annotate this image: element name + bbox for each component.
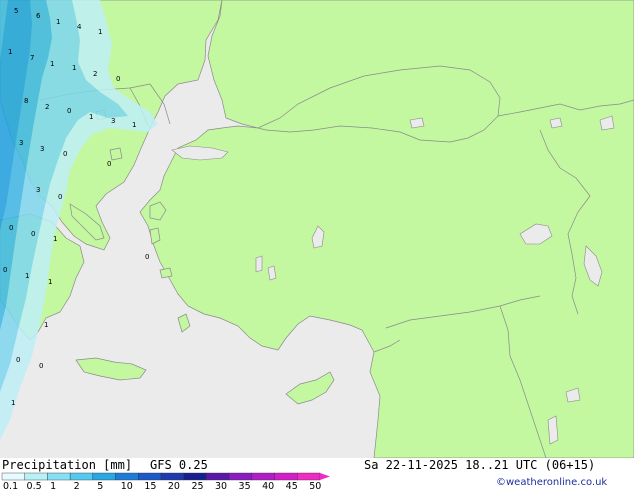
- precip-value-label: 5: [14, 7, 18, 15]
- precip-value-label: 0: [3, 266, 7, 274]
- precip-value-label: 1: [50, 60, 54, 68]
- precip-value-label: 0: [39, 362, 43, 370]
- valid-time: Sa 22-11-2025 18..21 UTC (06+15): [364, 458, 595, 472]
- lake-assad: [409, 117, 425, 129]
- scale-swatch: [183, 472, 207, 481]
- precip-value-label: 3: [111, 117, 115, 125]
- precip-value-label: 4: [77, 23, 82, 31]
- precip-value-label: 1: [8, 48, 12, 56]
- scale-swatch: [228, 472, 253, 481]
- scale-label: 0.5: [27, 481, 42, 490]
- precip-value-label: 0: [116, 75, 120, 83]
- map-canvas: 56141171 12082 01 3 133003000101101001 Preci…: [0, 0, 634, 490]
- scale-label: 2: [74, 481, 80, 490]
- lake-beysehir: [255, 255, 263, 273]
- scale-swatch: [69, 472, 94, 481]
- lake-sapanca: [549, 117, 563, 129]
- precip-value-label: 1: [132, 121, 136, 129]
- precip-value-label: 1: [53, 235, 57, 243]
- scale-swatch: [24, 472, 48, 481]
- precip-value-label: 1: [72, 64, 76, 72]
- scale-label: 5: [97, 481, 103, 490]
- scale-swatch: [47, 472, 71, 481]
- scale-swatch: [274, 472, 298, 481]
- precip-value-label: 1: [25, 272, 29, 280]
- precip-value-label: 1: [89, 113, 93, 121]
- precip-value-label: 0: [16, 356, 20, 364]
- precip-value-label: 3: [19, 139, 23, 147]
- precip-value-label: 3: [40, 145, 44, 153]
- land-samos: [159, 267, 173, 279]
- precip-value-label: 0: [31, 230, 35, 238]
- lake-tharthar: [547, 415, 559, 445]
- scale-label: 30: [215, 481, 227, 490]
- scale-swatch: [206, 472, 230, 481]
- scale-swatch: [92, 472, 116, 481]
- precip-value-label: 0: [145, 253, 149, 261]
- scale-label: 40: [262, 481, 274, 490]
- scale-label: 0.1: [3, 481, 18, 490]
- weather-map: 5614117112082013133003000101101001 Preci…: [0, 0, 634, 490]
- scale-label: 25: [191, 481, 203, 490]
- precip-value-label: 1: [11, 399, 15, 407]
- scale-swatch: [297, 472, 321, 481]
- scale-label: 15: [144, 481, 156, 490]
- precip-value-label: 0: [63, 150, 67, 158]
- precip-value-label: 2: [93, 70, 97, 78]
- precip-value-label: 0: [107, 160, 111, 168]
- precip-value-label: 1: [98, 28, 102, 36]
- scale-label: 10: [121, 481, 133, 490]
- precip-value-label: 0: [9, 224, 13, 232]
- legend-title: Precipitation [mm]: [2, 458, 132, 472]
- scale-label: 20: [168, 481, 180, 490]
- scale-swatch: [115, 472, 139, 481]
- precip-value-label: 7: [30, 54, 34, 62]
- precip-value-label: 2: [45, 103, 49, 111]
- precip-value-label: 0: [58, 193, 62, 201]
- scale-swatch: [138, 472, 162, 481]
- scale-swatch: [1, 472, 25, 481]
- model-name: GFS 0.25: [150, 458, 208, 472]
- scale-swatch: [251, 472, 275, 481]
- precip-value-label: 0: [67, 107, 71, 115]
- precip-value-label: 3: [36, 186, 40, 194]
- credit-link[interactable]: ©weatheronline.co.uk: [496, 477, 607, 488]
- scale-label: 50: [309, 481, 321, 490]
- land-lemnos: [109, 147, 123, 161]
- scale-label: 1: [50, 481, 56, 490]
- precip-value-label: 1: [56, 18, 60, 26]
- precip-value-label: 1: [48, 278, 52, 286]
- scale-label: 35: [239, 481, 251, 490]
- precip-value-label: 6: [36, 12, 41, 20]
- scale-swatch: [160, 472, 184, 481]
- scale-label: 45: [286, 481, 298, 490]
- precip-value-label: 8: [24, 97, 28, 105]
- precip-value-label: 1: [44, 321, 48, 329]
